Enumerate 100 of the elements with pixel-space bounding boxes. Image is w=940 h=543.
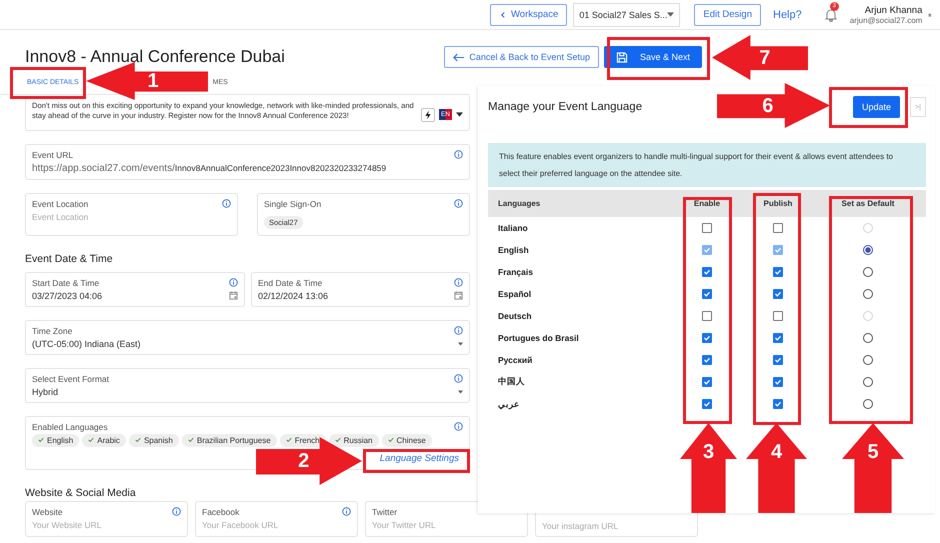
enable-checkbox[interactable] bbox=[702, 311, 712, 321]
notice-text: This feature enables event organizers to handle multi-lingual support for their event & allows event attendees to select their preferred language on the attendee site. bbox=[488, 143, 926, 187]
arrow-icon bbox=[453, 52, 466, 62]
info-icon[interactable] bbox=[454, 199, 463, 208]
calendar-icon[interactable] bbox=[229, 291, 238, 300]
language-name: عربي bbox=[497, 399, 520, 409]
info-icon[interactable] bbox=[229, 278, 238, 287]
date-field[interactable]: Start Date & Time 03/27/2023 04:06 bbox=[25, 272, 245, 306]
default-radio[interactable] bbox=[863, 377, 873, 387]
language-name: Deutsch bbox=[497, 311, 533, 321]
language-chip[interactable]: Russian bbox=[328, 434, 378, 446]
info-icon[interactable] bbox=[222, 199, 231, 208]
language-chip[interactable]: French bbox=[280, 434, 326, 446]
calendar-icon[interactable] bbox=[454, 291, 463, 300]
enable-checkbox[interactable] bbox=[702, 377, 712, 387]
url-prefix: https://app.social27.com/events/ bbox=[32, 162, 175, 174]
url-field[interactable]: Facebook Your Facebook URL bbox=[195, 500, 358, 536]
enable-checkbox[interactable] bbox=[702, 355, 712, 365]
default-radio[interactable] bbox=[863, 399, 873, 409]
publish-checkbox[interactable] bbox=[773, 223, 783, 233]
check-icon bbox=[188, 437, 194, 443]
language-name: Italiano bbox=[497, 223, 529, 233]
callout-number: 3 bbox=[702, 442, 714, 462]
language-chip[interactable]: Spanish bbox=[128, 434, 179, 446]
callout-number: 2 bbox=[298, 451, 310, 471]
info-icon[interactable] bbox=[172, 507, 181, 516]
edit-design-button[interactable]: Edit Design bbox=[694, 4, 761, 26]
check-icon bbox=[334, 437, 341, 443]
language-name: Русский bbox=[497, 355, 534, 365]
caret-icon bbox=[667, 12, 674, 17]
user-email: arjun@social27.com bbox=[850, 16, 922, 24]
info-icon[interactable] bbox=[454, 150, 463, 159]
language-name: Portugues do Brasil bbox=[497, 333, 580, 343]
update-button[interactable]: Update bbox=[852, 96, 900, 118]
default-radio[interactable] bbox=[863, 355, 873, 365]
save-icon bbox=[616, 52, 628, 62]
callout-number: 1 bbox=[148, 71, 159, 91]
publish-checkbox[interactable] bbox=[773, 289, 783, 299]
caret-icon[interactable] bbox=[458, 390, 463, 394]
date-field[interactable]: End Date & Time 02/12/2024 13:06 bbox=[251, 272, 470, 306]
info-icon[interactable] bbox=[454, 278, 463, 287]
callout-number: 5 bbox=[867, 442, 879, 462]
event-select[interactable]: 01 Social27 Sales S... bbox=[573, 2, 680, 26]
check-icon bbox=[38, 437, 44, 443]
language-chip[interactable]: Chinese bbox=[382, 434, 432, 446]
description-field[interactable] bbox=[25, 95, 470, 130]
url-field[interactable]: Website Your Website URL bbox=[25, 500, 188, 536]
select-field[interactable]: Time Zone (UTC-05:00) Indiana (East) bbox=[25, 320, 470, 354]
column-header: Publish bbox=[762, 199, 794, 208]
language-chip[interactable]: Arabic bbox=[82, 434, 126, 446]
publish-checkbox[interactable] bbox=[773, 377, 783, 387]
publish-checkbox[interactable] bbox=[773, 399, 783, 409]
language-name: Français bbox=[497, 267, 534, 277]
event-url-field[interactable]: Event URL https://app.social27.com/events/Innov8AnnualConference2023Innov8202320233274859 bbox=[25, 144, 470, 180]
lightning-icon[interactable] bbox=[420, 108, 435, 122]
info-icon[interactable] bbox=[454, 422, 463, 431]
section-heading: Event Date & Time bbox=[25, 252, 114, 264]
default-radio[interactable] bbox=[863, 267, 873, 277]
enable-checkbox[interactable] bbox=[702, 223, 712, 233]
publish-checkbox[interactable] bbox=[773, 311, 783, 321]
language-name: 中国人 bbox=[497, 376, 526, 388]
user-name: Arjun Khanna bbox=[864, 4, 922, 16]
enable-checkbox[interactable] bbox=[702, 333, 712, 343]
info-icon[interactable] bbox=[454, 326, 463, 335]
language-name: Español bbox=[497, 289, 532, 299]
check-icon bbox=[88, 437, 94, 443]
check-icon bbox=[388, 437, 394, 443]
callout-number: 4 bbox=[770, 442, 782, 462]
panel-title: Manage your Event Language bbox=[488, 101, 642, 113]
column-header: Set as Default bbox=[840, 199, 896, 208]
save-next-button[interactable]: Save & Next bbox=[604, 46, 702, 68]
enable-checkbox[interactable] bbox=[702, 399, 712, 409]
column-header: Enable bbox=[692, 199, 722, 208]
bell-icon[interactable] bbox=[824, 8, 838, 22]
event-title: Innov8 - Annual Conference Dubai bbox=[25, 47, 285, 67]
location-field[interactable]: Event Location Event Location bbox=[25, 192, 238, 236]
url-slug: Innov8AnnualConference2023Innov8202320233274859 bbox=[174, 162, 386, 172]
check-icon bbox=[286, 437, 292, 443]
language-chip[interactable]: Brazilian Portuguese bbox=[182, 434, 277, 446]
enable-checkbox[interactable] bbox=[702, 267, 712, 277]
chevron-icon bbox=[499, 10, 507, 18]
help-link[interactable]: Help? bbox=[773, 8, 802, 20]
column-header: Languages bbox=[497, 199, 542, 208]
caret-icon[interactable] bbox=[458, 342, 463, 346]
cancel-button[interactable]: Cancel & Back to Event Setup bbox=[444, 46, 599, 68]
info-icon[interactable] bbox=[454, 374, 463, 383]
language-chip[interactable]: English bbox=[32, 434, 80, 446]
publish-checkbox[interactable] bbox=[773, 267, 783, 277]
info-icon[interactable] bbox=[342, 507, 351, 516]
caret-icon[interactable] bbox=[456, 112, 463, 117]
default-radio[interactable] bbox=[863, 333, 873, 343]
publish-checkbox[interactable] bbox=[773, 333, 783, 343]
check-icon bbox=[134, 437, 141, 443]
enable-checkbox[interactable] bbox=[702, 289, 712, 299]
default-radio[interactable] bbox=[863, 289, 873, 299]
select-field[interactable]: Select Event Format Hybrid bbox=[25, 368, 470, 402]
workspace-button[interactable]: Workspace bbox=[490, 4, 568, 26]
publish-checkbox[interactable] bbox=[773, 355, 783, 365]
language-settings-link[interactable]: Language Settings bbox=[380, 452, 459, 464]
language-name: English bbox=[497, 245, 530, 255]
